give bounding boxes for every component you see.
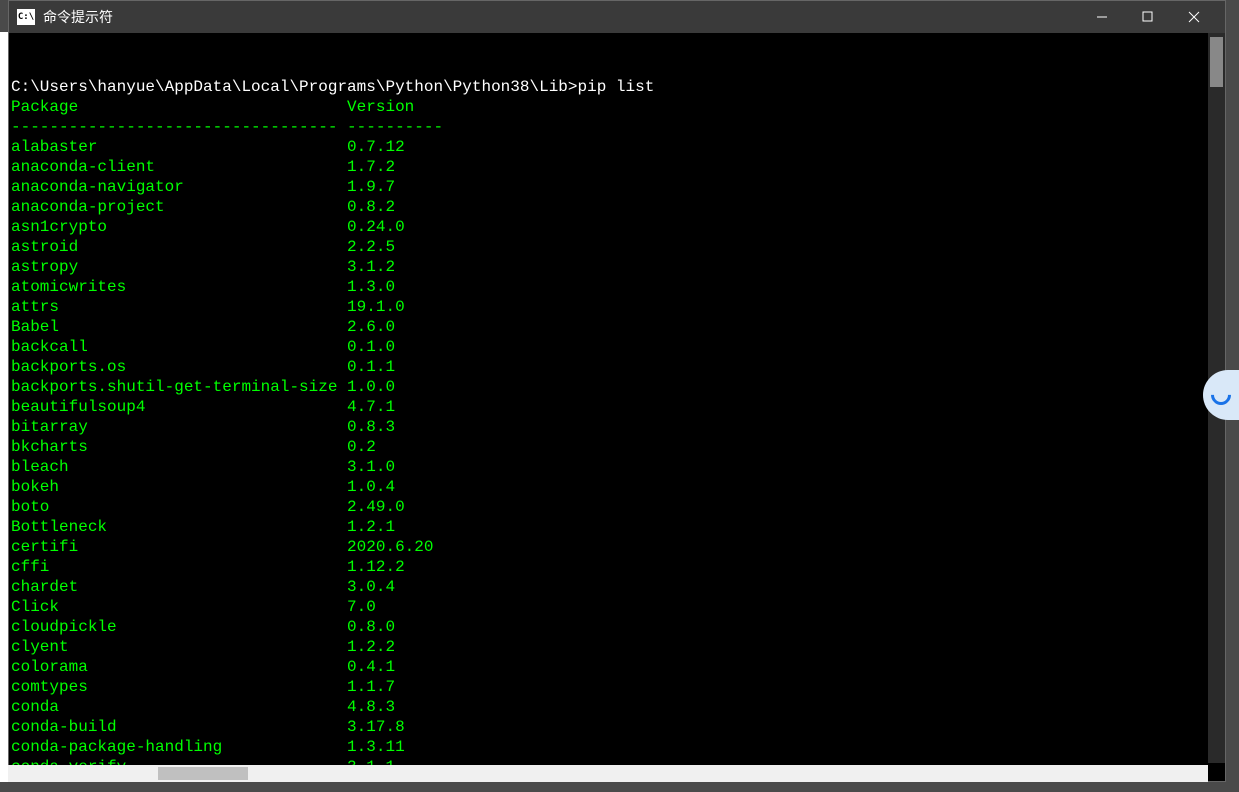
package-row: chardet 3.0.4: [11, 577, 1225, 597]
package-row: cffi 1.12.2: [11, 557, 1225, 577]
package-row: anaconda-navigator 1.9.7: [11, 177, 1225, 197]
package-row: backports.shutil-get-terminal-size 1.0.0: [11, 377, 1225, 397]
package-row: bokeh 1.0.4: [11, 477, 1225, 497]
package-row: certifi 2020.6.20: [11, 537, 1225, 557]
package-row: bleach 3.1.0: [11, 457, 1225, 477]
horizontal-scrollbar-thumb[interactable]: [158, 767, 248, 780]
package-row: backports.os 0.1.1: [11, 357, 1225, 377]
prompt-line: C:\Users\hanyue\AppData\Local\Programs\P…: [11, 77, 1225, 97]
close-button[interactable]: [1171, 1, 1217, 33]
package-row: Bottleneck 1.2.1: [11, 517, 1225, 537]
package-row: comtypes 1.1.7: [11, 677, 1225, 697]
list-header: Package Version: [11, 97, 1225, 117]
package-row: anaconda-client 1.7.2: [11, 157, 1225, 177]
maximize-button[interactable]: [1125, 1, 1171, 33]
cmd-window: C:\ 命令提示符 C:\Users\hanyue\AppData\Local\…: [8, 0, 1226, 782]
package-row: conda-package-handling 1.3.11: [11, 737, 1225, 757]
horizontal-scrollbar[interactable]: [8, 765, 1208, 782]
package-row: clyent 1.2.2: [11, 637, 1225, 657]
package-row: conda 4.8.3: [11, 697, 1225, 717]
titlebar[interactable]: C:\ 命令提示符: [9, 1, 1225, 33]
package-row: beautifulsoup4 4.7.1: [11, 397, 1225, 417]
package-row: atomicwrites 1.3.0: [11, 277, 1225, 297]
package-row: Babel 2.6.0: [11, 317, 1225, 337]
package-row: astroid 2.2.5: [11, 237, 1225, 257]
package-row: asn1crypto 0.24.0: [11, 217, 1225, 237]
package-row: backcall 0.1.0: [11, 337, 1225, 357]
package-row: boto 2.49.0: [11, 497, 1225, 517]
package-row: alabaster 0.7.12: [11, 137, 1225, 157]
list-divider: ---------------------------------- -----…: [11, 117, 1225, 137]
package-row: anaconda-project 0.8.2: [11, 197, 1225, 217]
package-row: Click 7.0: [11, 597, 1225, 617]
cmd-icon: C:\: [17, 9, 35, 25]
assistant-bubble-icon: [1207, 381, 1235, 409]
window-controls: [1079, 1, 1217, 33]
terminal-output[interactable]: C:\Users\hanyue\AppData\Local\Programs\P…: [9, 33, 1225, 781]
package-row: attrs 19.1.0: [11, 297, 1225, 317]
package-row: bkcharts 0.2: [11, 437, 1225, 457]
background-window-sliver: [0, 32, 8, 782]
package-row: cloudpickle 0.8.0: [11, 617, 1225, 637]
window-title: 命令提示符: [43, 7, 1079, 27]
minimize-button[interactable]: [1079, 1, 1125, 33]
package-row: colorama 0.4.1: [11, 657, 1225, 677]
package-row: bitarray 0.8.3: [11, 417, 1225, 437]
package-row: astropy 3.1.2: [11, 257, 1225, 277]
package-row: conda-build 3.17.8: [11, 717, 1225, 737]
vertical-scrollbar-thumb[interactable]: [1210, 37, 1223, 87]
